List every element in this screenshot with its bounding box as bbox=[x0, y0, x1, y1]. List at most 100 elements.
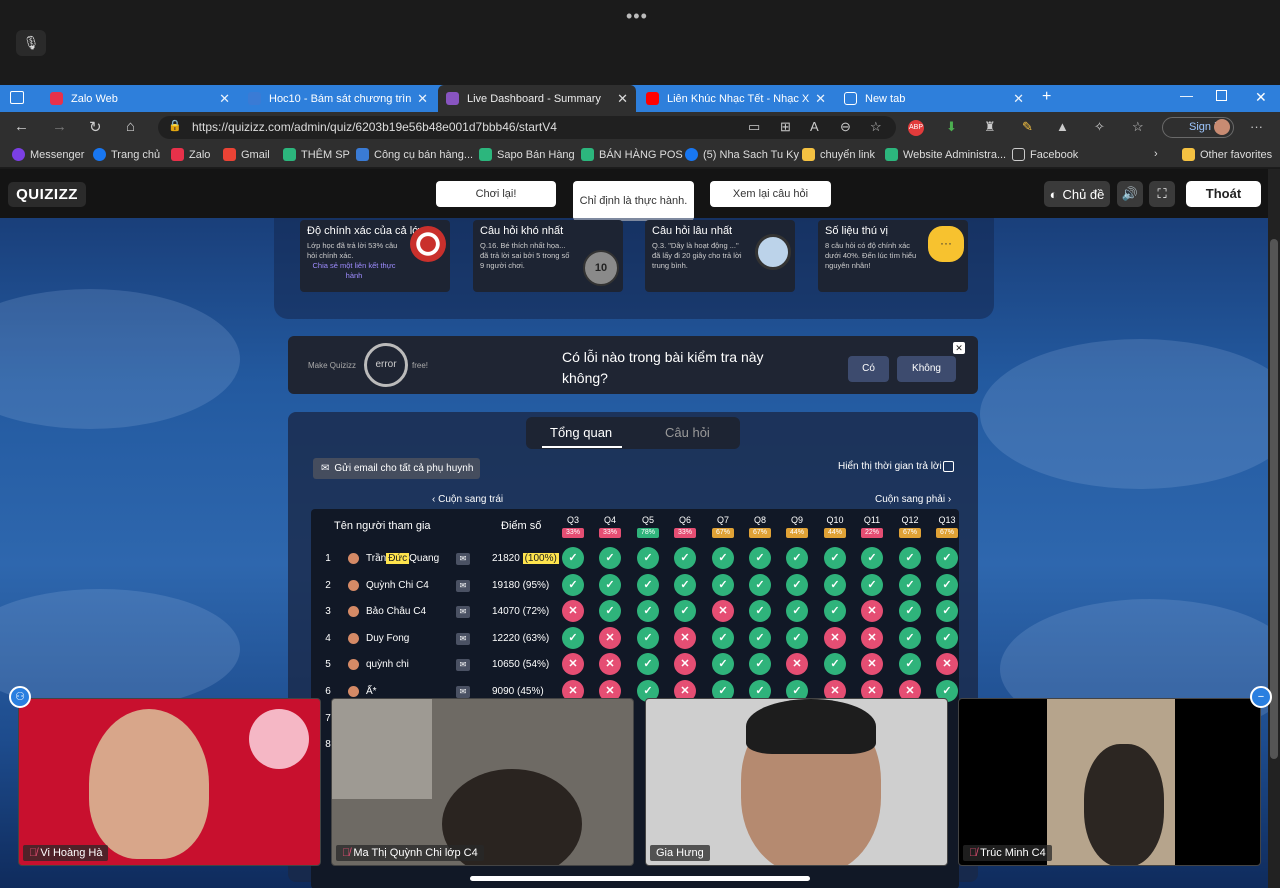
correct-answer-icon[interactable]: ✓ bbox=[562, 627, 584, 649]
correct-answer-icon[interactable]: ✓ bbox=[674, 574, 696, 596]
bookmark-item[interactable]: chuyển link bbox=[802, 148, 875, 161]
bookmark-folder[interactable]: Other favorites bbox=[1182, 148, 1272, 161]
calendar-extension-icon[interactable]: ✎ bbox=[1022, 119, 1033, 135]
mail-icon[interactable]: ✉ bbox=[456, 686, 470, 698]
browser-tab-active[interactable]: Live Dashboard - Summary ✕ bbox=[438, 85, 636, 112]
wrong-answer-icon[interactable]: ✕ bbox=[824, 627, 846, 649]
favorite-star-icon[interactable]: ☆ bbox=[870, 119, 882, 135]
correct-answer-icon[interactable]: ✓ bbox=[861, 574, 883, 596]
lock-icon[interactable]: 🔒 bbox=[168, 119, 182, 132]
correct-answer-icon[interactable]: ✓ bbox=[936, 627, 958, 649]
browser-tab[interactable]: Hoc10 - Bám sát chương trình Gi✕ bbox=[240, 85, 436, 112]
bookmark-item[interactable]: Sapo Bán Hàng bbox=[479, 148, 575, 161]
correct-answer-icon[interactable]: ✓ bbox=[637, 600, 659, 622]
question-header[interactable]: Q3 bbox=[560, 515, 586, 525]
mail-icon[interactable]: ✉ bbox=[456, 606, 470, 618]
correct-answer-icon[interactable]: ✓ bbox=[712, 653, 734, 675]
correct-answer-icon[interactable]: ✓ bbox=[562, 547, 584, 569]
correct-answer-icon[interactable]: ✓ bbox=[786, 627, 808, 649]
bookmark-item[interactable]: Công cụ bán hàng... bbox=[356, 148, 473, 161]
wrong-answer-icon[interactable]: ✕ bbox=[861, 600, 883, 622]
bookmark-item[interactable]: Zalo bbox=[171, 148, 210, 161]
correct-answer-icon[interactable]: ✓ bbox=[674, 547, 696, 569]
browser-tab[interactable]: New tab ✕ bbox=[836, 85, 1032, 112]
correct-answer-icon[interactable]: ✓ bbox=[749, 653, 771, 675]
participant-name[interactable]: quỳnh chi bbox=[366, 659, 409, 670]
back-icon[interactable]: ← bbox=[14, 118, 29, 135]
bookmark-item[interactable]: Trang chủ bbox=[93, 148, 160, 161]
wrong-answer-icon[interactable]: ✕ bbox=[674, 627, 696, 649]
correct-answer-icon[interactable]: ✓ bbox=[861, 547, 883, 569]
play-again-button[interactable]: Chơi lại! bbox=[436, 181, 556, 207]
quizizz-logo[interactable]: QUIZIZZ bbox=[8, 182, 86, 207]
wrong-answer-icon[interactable]: ✕ bbox=[562, 600, 584, 622]
share-practice-link[interactable]: Chia sẻ một liên kết thực hành bbox=[307, 261, 401, 281]
correct-answer-icon[interactable]: ✓ bbox=[824, 600, 846, 622]
bookmark-item[interactable]: Website Administra... bbox=[885, 148, 1006, 161]
correct-answer-icon[interactable]: ✓ bbox=[637, 653, 659, 675]
zoom-icon[interactable]: ⊖ bbox=[840, 119, 851, 135]
question-header[interactable]: Q7 bbox=[710, 515, 736, 525]
no-button[interactable]: Không bbox=[897, 356, 956, 382]
refresh-icon[interactable]: ↻ bbox=[89, 118, 102, 136]
question-header[interactable]: Q13 bbox=[934, 515, 960, 525]
correct-answer-icon[interactable]: ✓ bbox=[899, 574, 921, 596]
close-icon[interactable]: ✕ bbox=[617, 91, 628, 107]
tab-actions-icon[interactable] bbox=[10, 91, 24, 104]
correct-answer-icon[interactable]: ✓ bbox=[749, 600, 771, 622]
wrong-answer-icon[interactable]: ✕ bbox=[712, 600, 734, 622]
video-tile[interactable]: Gia Hưng bbox=[645, 698, 948, 866]
restore-icon[interactable] bbox=[1216, 90, 1227, 101]
yes-button[interactable]: Có bbox=[848, 356, 889, 382]
wrong-answer-icon[interactable]: ✕ bbox=[936, 653, 958, 675]
question-header[interactable]: Q6 bbox=[672, 515, 698, 525]
video-tile[interactable]: 🎙̸ Trúc Minh C4 bbox=[958, 698, 1261, 866]
question-header[interactable]: Q11 bbox=[859, 515, 885, 525]
wrong-answer-icon[interactable]: ✕ bbox=[599, 627, 621, 649]
exit-button[interactable]: Thoát bbox=[1186, 181, 1261, 207]
correct-answer-icon[interactable]: ✓ bbox=[712, 574, 734, 596]
mail-icon[interactable]: ✉ bbox=[456, 553, 470, 565]
close-icon[interactable]: ✕ bbox=[815, 91, 826, 107]
correct-answer-icon[interactable]: ✓ bbox=[599, 547, 621, 569]
bookmark-item[interactable]: (5) Nha Sach Tu Ky bbox=[685, 148, 799, 161]
video-tile[interactable]: 🎙̸ Ma Thị Quỳnh Chi lớp C4 bbox=[331, 698, 634, 866]
sound-icon[interactable]: 🔊 bbox=[1117, 181, 1143, 207]
bookmark-item[interactable]: BÁN HÀNG POS bbox=[581, 148, 683, 161]
participant-name[interactable]: Duy Fong bbox=[366, 633, 409, 644]
wrong-answer-icon[interactable]: ✕ bbox=[786, 653, 808, 675]
new-tab-plus-icon[interactable]: + bbox=[1042, 88, 1051, 106]
close-icon[interactable]: ✕ bbox=[219, 91, 230, 107]
forward-icon[interactable]: → bbox=[52, 118, 67, 135]
question-header[interactable]: Q12 bbox=[897, 515, 923, 525]
scrollbar-thumb[interactable] bbox=[1270, 239, 1278, 759]
tab-questions[interactable]: Câu hỏi bbox=[665, 425, 710, 440]
correct-answer-icon[interactable]: ✓ bbox=[899, 600, 921, 622]
correct-answer-icon[interactable]: ✓ bbox=[786, 574, 808, 596]
extensions-puzzle-icon[interactable]: ✧ bbox=[1094, 119, 1105, 135]
close-icon[interactable]: ✕ bbox=[417, 91, 428, 107]
wrong-answer-icon[interactable]: ✕ bbox=[599, 653, 621, 675]
bookmark-item[interactable]: Gmail bbox=[223, 148, 270, 161]
correct-answer-icon[interactable]: ✓ bbox=[599, 574, 621, 596]
correct-answer-icon[interactable]: ✓ bbox=[936, 574, 958, 596]
minimize-icon[interactable]: — bbox=[1180, 88, 1193, 103]
participant-name[interactable]: Quỳnh Chi C4 bbox=[366, 580, 429, 591]
download-extension-icon[interactable]: ⬇ bbox=[946, 119, 957, 135]
correct-answer-icon[interactable]: ✓ bbox=[562, 574, 584, 596]
scroll-right-button[interactable]: Cuộn sang phải › bbox=[875, 494, 951, 505]
mail-icon[interactable]: ✉ bbox=[456, 580, 470, 592]
screen-cast-icon[interactable]: ▭ bbox=[748, 119, 760, 135]
apps-icon[interactable]: ⊞ bbox=[780, 119, 791, 135]
theme-button[interactable]: ◐ Chủ đề bbox=[1044, 181, 1110, 207]
correct-answer-icon[interactable]: ✓ bbox=[899, 547, 921, 569]
correct-answer-icon[interactable]: ✓ bbox=[786, 600, 808, 622]
question-header[interactable]: Q10 bbox=[822, 515, 848, 525]
correct-answer-icon[interactable]: ✓ bbox=[936, 600, 958, 622]
question-header[interactable]: Q9 bbox=[784, 515, 810, 525]
fullscreen-icon[interactable]: ⛶ bbox=[1149, 181, 1175, 207]
favorites-icon[interactable]: ☆ bbox=[1132, 119, 1144, 135]
microphone-icon[interactable]: 🎙 bbox=[16, 30, 46, 56]
assign-practice-button[interactable]: Chỉ định là thực hành. bbox=[573, 181, 694, 221]
bookmark-item[interactable]: Messenger bbox=[12, 148, 84, 161]
